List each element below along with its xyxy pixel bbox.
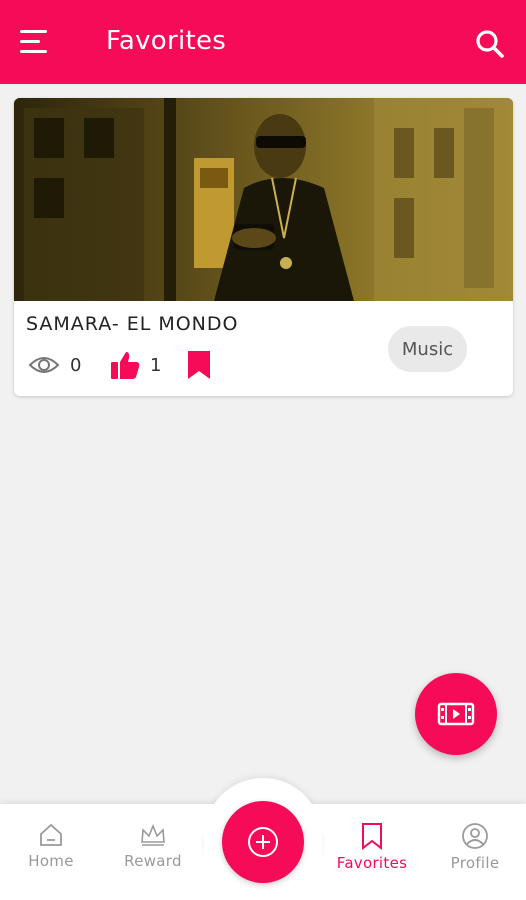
home-icon — [40, 823, 62, 846]
bookmark-icon — [362, 823, 382, 850]
thumbs-up-icon[interactable] — [110, 350, 140, 380]
video-fab-button[interactable] — [415, 673, 497, 755]
search-icon[interactable] — [474, 28, 508, 62]
views-count: 0 — [70, 354, 82, 376]
nav-profile[interactable]: Profile — [430, 822, 520, 882]
video-film-icon — [437, 702, 475, 726]
video-title: SAMARA- EL MONDO — [26, 313, 239, 335]
likes-count: 1 — [150, 354, 162, 376]
nav-home-label: Home — [28, 852, 74, 870]
nav-favorites[interactable]: Favorites — [327, 822, 417, 882]
app-bar: Favorites — [0, 0, 526, 84]
page-title: Favorites — [106, 26, 227, 56]
nav-reward[interactable]: Reward — [108, 822, 198, 882]
nav-reward-label: Reward — [124, 852, 182, 870]
add-button[interactable] — [222, 801, 304, 883]
nav-favorites-label: Favorites — [336, 854, 408, 872]
category-tag[interactable]: Music — [388, 326, 467, 372]
add-circle-icon — [248, 827, 278, 857]
nav-home[interactable]: Home — [6, 822, 96, 882]
hamburger-menu-icon[interactable] — [20, 30, 50, 56]
profile-icon — [462, 823, 488, 849]
bookmark-toggle[interactable] — [186, 348, 212, 382]
video-thumbnail[interactable] — [14, 98, 513, 301]
nav-profile-label: Profile — [450, 854, 500, 872]
video-card[interactable]: SAMARA- EL MONDO 0 1 Music — [14, 98, 513, 396]
crown-icon — [141, 823, 165, 846]
views-stat: 0 — [28, 348, 81, 382]
eye-icon — [28, 357, 60, 373]
likes-stat[interactable]: 1 — [110, 348, 161, 382]
bookmark-icon[interactable] — [186, 349, 212, 381]
